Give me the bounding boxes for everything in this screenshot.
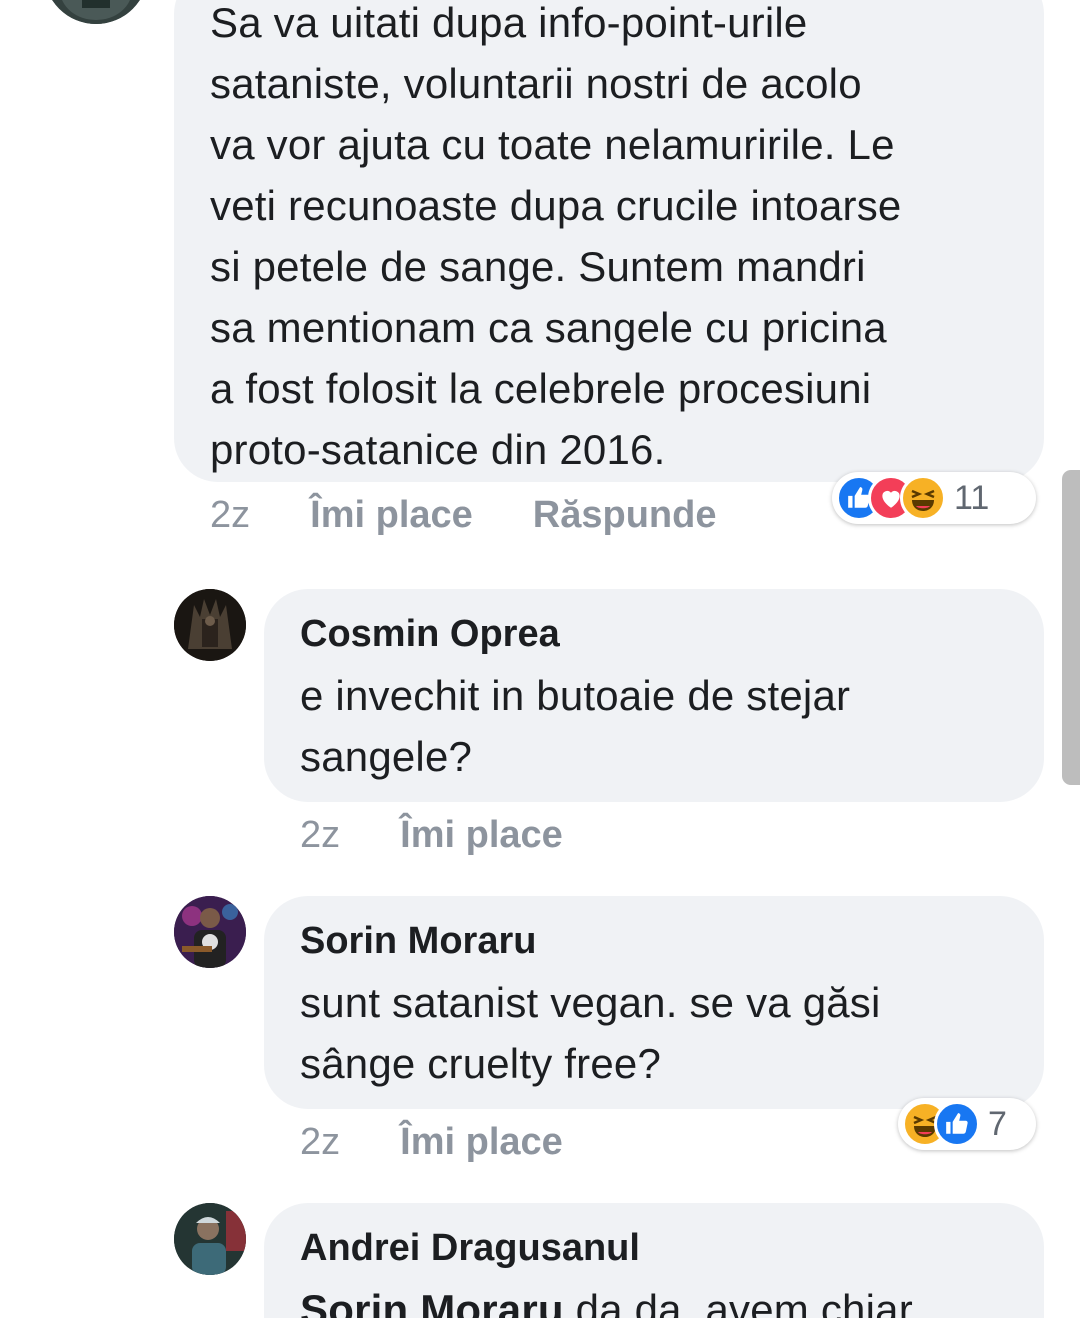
- comment-bubble: Andrei Dragusanul Sorin Moraru da da, av…: [264, 1203, 1044, 1318]
- comment-line: sa mentionam ca sangele cu pricina: [210, 304, 887, 351]
- like-button[interactable]: Îmi place: [400, 1121, 563, 1164]
- comment-actions: 2z Îmi place: [300, 1117, 623, 1167]
- timestamp[interactable]: 2z: [300, 1121, 340, 1164]
- comment-line: si petele de sange. Suntem mandri: [210, 243, 866, 290]
- comment-bubble: Sa va uitati dupa info-point-urile satan…: [174, 0, 1044, 482]
- reaction-count: 7: [988, 1104, 1007, 1143]
- comment-line: a fost folosit la celebrele procesiuni: [210, 365, 872, 412]
- comment-line: sunt satanist vegan. se va găsi: [300, 979, 881, 1026]
- reaction-summary[interactable]: 7: [898, 1098, 1036, 1150]
- avatar[interactable]: [174, 896, 246, 968]
- comment-line: sangele?: [300, 733, 473, 780]
- comment-bubble: Sorin Moraru sunt satanist vegan. se va …: [264, 896, 1044, 1109]
- comment-line: proto-satanice din 2016.: [210, 426, 666, 473]
- comment-line: Sa va uitati dupa info-point-urile: [210, 0, 808, 46]
- like-button[interactable]: Îmi place: [400, 814, 563, 857]
- comment-bubble: Cosmin Oprea e invechit in butoaie de st…: [264, 589, 1044, 802]
- timestamp[interactable]: 2z: [300, 814, 340, 857]
- comment-author[interactable]: Cosmin Oprea: [300, 611, 1008, 657]
- like-button[interactable]: Îmi place: [310, 494, 473, 537]
- comment-line: e invechit in butoaie de stejar: [300, 672, 851, 719]
- avatar[interactable]: [174, 589, 246, 661]
- comment-text: Sa va uitati dupa info-point-urile satan…: [210, 0, 1008, 480]
- comment-line: va vor ajuta cu toate nelamuririle. Le: [210, 121, 895, 168]
- comment-author[interactable]: Andrei Dragusanul: [300, 1225, 1008, 1271]
- comments-page: Sa va uitati dupa info-point-urile satan…: [0, 0, 1080, 1318]
- comment-line: veti recunoaste dupa crucile intoarse: [210, 182, 902, 229]
- avatar[interactable]: [44, 0, 148, 24]
- scrollbar[interactable]: [1062, 470, 1080, 785]
- like-icon: [934, 1101, 980, 1147]
- comment-line: sataniste, voluntarii nostri de acolo: [210, 60, 862, 107]
- haha-icon: [900, 475, 946, 521]
- avatar[interactable]: [174, 1203, 246, 1275]
- comment-text: sunt satanist vegan. se va găsi sânge cr…: [300, 972, 1008, 1094]
- timestamp[interactable]: 2z: [210, 494, 250, 537]
- mention-link[interactable]: Sorin Moraru: [300, 1286, 564, 1318]
- comment-text: Sorin Moraru da da, avem chiar: [300, 1279, 1008, 1318]
- reaction-count: 11: [954, 478, 990, 517]
- comment-line: da da, avem chiar: [563, 1286, 913, 1318]
- comment-actions: 2z Îmi place: [300, 810, 623, 860]
- comment-actions: 2z Îmi place Răspunde: [210, 490, 776, 540]
- comment-text: e invechit in butoaie de stejar sangele?: [300, 665, 1008, 787]
- comment-line: sânge cruelty free?: [300, 1040, 662, 1087]
- reply-button[interactable]: Răspunde: [533, 494, 717, 537]
- comment-author[interactable]: Sorin Moraru: [300, 918, 1008, 964]
- reaction-summary[interactable]: 11: [832, 472, 1036, 524]
